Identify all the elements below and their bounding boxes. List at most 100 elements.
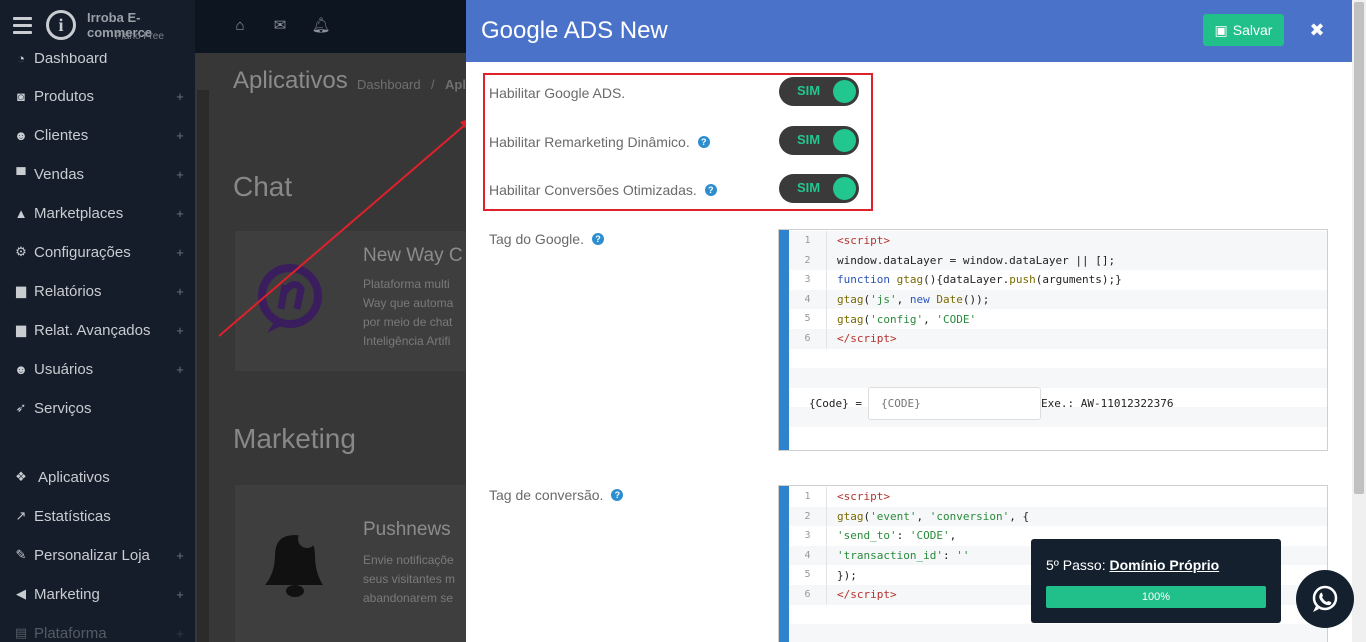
step-link[interactable]: Domínio Próprio: [1109, 557, 1219, 573]
expand-icon[interactable]: +: [165, 626, 195, 641]
code-line: 3 function gtag(){dataLayer.push(argument…: [789, 270, 1327, 290]
expand-icon[interactable]: +: [165, 167, 195, 182]
page-scrollbar[interactable]: [1352, 0, 1366, 642]
sidebar-item-relatorios[interactable]: ▆ Relatórios +: [0, 272, 195, 310]
conversion-tag-label: Tag de conversão. ?: [489, 487, 624, 503]
code-line: 2 gtag('event', 'conversion', {: [789, 506, 1327, 527]
expand-icon[interactable]: +: [165, 323, 195, 338]
code-line: 5 gtag('config', 'CODE': [789, 309, 1327, 329]
editor-gutter-bar: [779, 486, 789, 642]
app-card-newway[interactable]: New Way C Plataforma multi Way que autom…: [235, 231, 475, 371]
camera-icon: ◙: [17, 88, 25, 104]
breadcrumb-dashboard[interactable]: Dashboard: [357, 77, 421, 92]
app-card-pushnews[interactable]: Pushnews Envie notificaçõe seus visitant…: [235, 485, 475, 642]
breadcrumb-current: Apl: [445, 77, 466, 92]
users-icon: ☻: [14, 361, 28, 377]
code-stripe: [789, 624, 1327, 642]
toggle-google-ads[interactable]: SIM: [779, 77, 859, 106]
page-title: Aplicativos: [233, 67, 348, 94]
newway-logo-icon: [258, 264, 322, 333]
expand-icon[interactable]: +: [165, 284, 195, 299]
brand-plan: Plano Free: [115, 31, 164, 42]
breadcrumb-separator: /: [431, 77, 435, 92]
logo-icon: i: [46, 10, 76, 40]
expand-icon[interactable]: +: [165, 206, 195, 221]
sidebar-item-estatisticas[interactable]: ↗ Estatísticas: [0, 497, 195, 535]
toggle-remarketing[interactable]: SIM: [779, 126, 859, 155]
bar-chart-icon: ▆: [16, 283, 26, 298]
app-root: i Irroba E-commerce Plano Free ⌂ ✉ 🔔︎ ◔ D…: [0, 0, 1366, 642]
menu-icon[interactable]: [13, 17, 32, 34]
save-button[interactable]: ▣ Salvar: [1203, 14, 1284, 46]
sidebar-item-configuracoes[interactable]: ⚙ Configurações +: [0, 233, 195, 271]
sidebar-item-usuarios[interactable]: ☻ Usuários +: [0, 350, 195, 388]
code-line: 4 gtag('js', new Date());: [789, 289, 1327, 310]
toggle-knob: [833, 129, 856, 152]
home-icon[interactable]: ⌂: [227, 13, 253, 39]
line-chart-icon: ↗: [15, 508, 27, 523]
sidebar-item-marketplaces[interactable]: ▲ Marketplaces +: [0, 194, 195, 232]
sidebar-item-vendas[interactable]: ▀ Vendas +: [0, 155, 195, 193]
bar-chart-icon: ▆: [16, 322, 26, 337]
editor-gutter-bar: [779, 230, 789, 450]
code-stripe: [789, 368, 1327, 388]
progress-label: 100%: [1141, 591, 1171, 603]
mail-icon[interactable]: ✉: [267, 13, 293, 39]
help-icon[interactable]: ?: [591, 233, 604, 245]
option-conversoes: Habilitar Conversões Otimizadas. ?: [489, 182, 717, 198]
sidebar-item-aplicativos[interactable]: ❖ Aplicativos: [0, 458, 195, 496]
help-icon[interactable]: ?: [697, 136, 710, 148]
step-title: 5º Passo: Domínio Próprio: [1046, 557, 1220, 573]
rocket-icon: ➶: [15, 400, 27, 415]
scrollbar-thumb[interactable]: [1354, 2, 1364, 494]
expand-icon[interactable]: +: [165, 587, 195, 602]
sidebar-item-relat-avancados[interactable]: ▆ Relat. Avançados +: [0, 311, 195, 349]
onboarding-progress: 100%: [1046, 586, 1266, 608]
google-tag-editor[interactable]: 1 <script> 2 window.dataLayer = window.dat…: [778, 229, 1328, 451]
sidebar-item-personalizar-loja[interactable]: ✎ Personalizar Loja +: [0, 536, 195, 574]
sidebar-item-servicos[interactable]: ➶ Serviços: [0, 389, 195, 427]
google-tag-label: Tag do Google. ?: [489, 231, 604, 247]
expand-icon[interactable]: +: [165, 89, 195, 104]
cubes-icon: ❖: [15, 469, 27, 484]
whatsapp-button[interactable]: [1296, 570, 1354, 628]
sidebar-item-plataforma[interactable]: ▤ Plataforma +: [0, 614, 195, 642]
section-title-marketing: Marketing: [233, 423, 356, 454]
bell-icon[interactable]: 🔔︎: [308, 13, 334, 39]
onboarding-step-card[interactable]: 5º Passo: Domínio Próprio 100%: [1031, 539, 1281, 623]
app-card-text: Envie notificaçõe seus visitantes m aban…: [363, 553, 456, 605]
bullhorn-icon: ◀: [16, 586, 26, 601]
code-example: Exe.: AW-11012322376: [1040, 397, 1174, 410]
brush-icon: ✎: [15, 547, 27, 562]
modal-header: Google ADS New ▣ Salvar ✖: [466, 0, 1352, 62]
app-card-title: New Way C: [363, 245, 463, 266]
save-icon: ▣: [1214, 21, 1228, 38]
help-icon[interactable]: ?: [704, 184, 717, 196]
sidebar-item-marketing[interactable]: ◀ Marketing +: [0, 575, 195, 613]
sidebar: ◔ Dashboard ◙ Produtos + ☻ Clientes + ▀ Vendas…: [0, 53, 195, 642]
expand-icon[interactable]: +: [165, 362, 195, 377]
code-line: 1 <script>: [789, 231, 1327, 251]
code-input[interactable]: [867, 387, 1041, 420]
dashboard-icon: ◔: [17, 53, 25, 66]
option-remarketing: Habilitar Remarketing Dinâmico. ?: [489, 134, 710, 150]
help-icon[interactable]: ?: [611, 489, 624, 501]
content-scrollbar[interactable]: [197, 90, 209, 642]
close-icon[interactable]: ✖: [1306, 18, 1328, 42]
toggle-knob: [833, 177, 856, 200]
users-icon: ☻: [14, 127, 28, 143]
code-input-row: {Code} = Exe.: AW-11012322376: [809, 387, 1173, 420]
code-line: 6 </script>: [789, 329, 1327, 349]
expand-icon[interactable]: +: [165, 548, 195, 563]
expand-icon[interactable]: +: [165, 245, 195, 260]
sidebar-item-produtos[interactable]: ◙ Produtos +: [0, 77, 195, 115]
sidebar-item-clientes[interactable]: ☻ Clientes +: [0, 116, 195, 154]
modal-title: Google ADS New: [481, 17, 668, 44]
app-card-title: Pushnews: [363, 519, 451, 540]
sidebar-item-dashboard[interactable]: ◔ Dashboard: [0, 53, 195, 77]
expand-icon[interactable]: +: [165, 128, 195, 143]
brand-area: i Irroba E-commerce Plano Free: [0, 0, 195, 53]
save-button-label: Salvar: [1232, 22, 1273, 38]
section-title-chat: Chat: [233, 171, 293, 202]
toggle-conversoes[interactable]: SIM: [779, 174, 859, 203]
